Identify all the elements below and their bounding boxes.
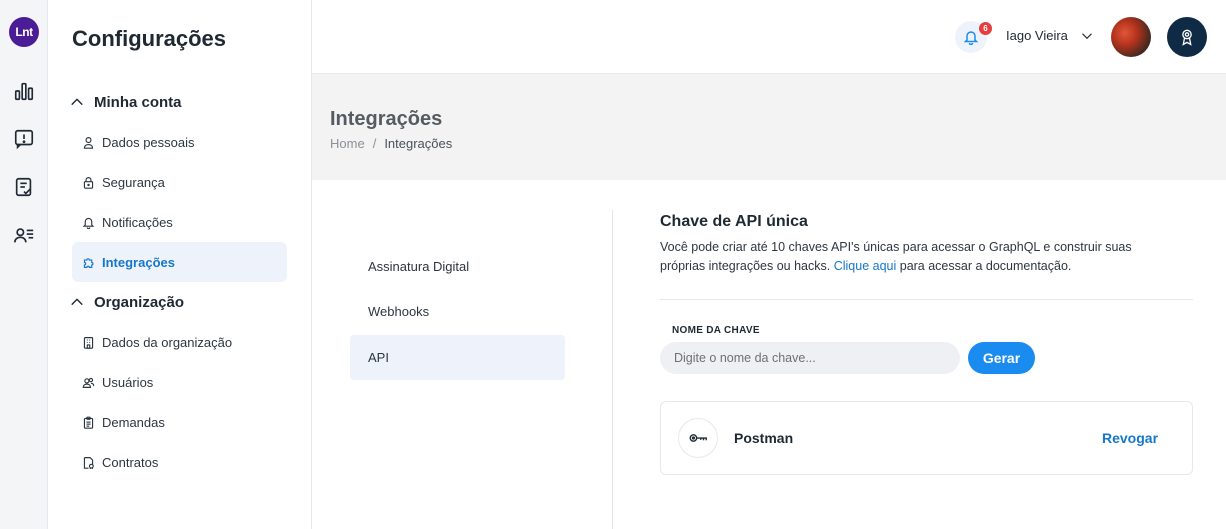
contacts-list-icon[interactable] <box>12 223 36 247</box>
settings-title: Configurações <box>72 26 227 51</box>
api-key-name: Postman <box>734 430 794 446</box>
page-title: Integrações <box>330 108 443 130</box>
settings-item-label: Usuários <box>102 374 154 390</box>
award-icon <box>1182 29 1192 46</box>
group-organizacao[interactable]: Organização <box>70 291 184 313</box>
bar-chart-icon[interactable] <box>12 79 36 103</box>
settings-item-notificacoes[interactable]: Notificações <box>72 202 287 242</box>
vertical-divider <box>612 210 613 529</box>
subnav-assinatura-digital[interactable]: Assinatura Digital <box>350 244 565 289</box>
chevron-down-icon[interactable] <box>1081 30 1093 42</box>
breadcrumb-home[interactable]: Home <box>330 136 365 151</box>
settings-item-usuarios[interactable]: Usuários <box>72 362 287 402</box>
top-bar: 6 Iago Vieira <box>312 0 1226 74</box>
settings-item-label: Contratos <box>102 454 159 470</box>
subnav-api[interactable]: API <box>350 335 565 380</box>
achievements-button[interactable] <box>1167 17 1207 57</box>
user-name[interactable]: Iago Vieira <box>1006 28 1068 43</box>
main-content: Assinatura Digital Webhooks API Chave de… <box>312 180 1226 529</box>
puzzle-icon <box>83 257 94 268</box>
group-label: Organização <box>94 293 185 311</box>
subnav-label: Assinatura Digital <box>368 259 470 274</box>
app-logo[interactable]: Lnt <box>9 17 39 47</box>
revoke-button[interactable]: Revogar <box>1102 430 1158 446</box>
clipboard-icon <box>83 416 94 429</box>
checklist-icon[interactable] <box>12 175 36 199</box>
settings-item-label: Dados da organização <box>102 334 233 350</box>
building-icon <box>83 336 94 349</box>
subnav-label: Webhooks <box>368 304 430 319</box>
horizontal-divider <box>660 299 1193 300</box>
settings-item-label: Notificações <box>102 214 173 230</box>
settings-item-dados-organizacao[interactable]: Dados da organização <box>72 322 287 362</box>
api-description: Você pode criar até 10 chaves API's únic… <box>660 238 1180 276</box>
page-header: Integrações Home / Integrações <box>312 74 1226 180</box>
settings-item-label: Demandas <box>102 414 165 430</box>
breadcrumb-separator: / <box>372 136 377 151</box>
settings-item-label: Integrações <box>102 254 175 270</box>
api-key-card: Postman Revogar <box>660 401 1193 475</box>
api-description-text-end: para acessar a documentação. <box>896 259 1072 273</box>
group-label: Minha conta <box>94 93 182 111</box>
bell-icon <box>82 217 95 229</box>
settings-item-label: Segurança <box>102 174 165 190</box>
breadcrumb-current: Integrações <box>384 136 453 151</box>
settings-item-contratos[interactable]: Contratos <box>72 442 287 482</box>
key-name-input[interactable] <box>660 342 960 374</box>
documentation-link[interactable]: Clique aqui <box>834 259 897 273</box>
bell-icon <box>963 31 979 45</box>
chevron-up-icon <box>71 298 83 306</box>
icon-rail: Lnt <box>0 0 48 529</box>
app-root: Lnt Configurações Minha conta Dados pess… <box>0 0 1226 529</box>
key-icon-wrapper <box>678 418 718 458</box>
chevron-up-icon <box>71 98 83 106</box>
subnav-label: API <box>368 350 389 365</box>
notification-badge: 6 <box>979 22 992 35</box>
avatar[interactable] <box>1111 17 1151 57</box>
settings-sidebar: Configurações Minha conta Dados pessoais… <box>48 0 312 529</box>
users-icon <box>82 377 95 388</box>
lock-icon <box>83 176 94 189</box>
generate-button[interactable]: Gerar <box>968 342 1035 374</box>
contract-icon <box>83 456 94 469</box>
settings-item-seguranca[interactable]: Segurança <box>72 162 287 202</box>
subnav-webhooks[interactable]: Webhooks <box>350 289 565 334</box>
user-icon <box>83 136 94 149</box>
api-section-title: Chave de API única <box>660 213 808 230</box>
key-name-label: NOME DA CHAVE <box>672 325 760 336</box>
settings-item-label: Dados pessoais <box>102 134 195 150</box>
group-minha-conta[interactable]: Minha conta <box>70 91 182 113</box>
settings-item-dados-pessoais[interactable]: Dados pessoais <box>72 122 287 162</box>
settings-item-integracoes[interactable]: Integrações <box>72 242 287 282</box>
breadcrumb: Home / Integrações <box>330 136 452 151</box>
key-icon <box>689 434 707 442</box>
settings-item-demandas[interactable]: Demandas <box>72 402 287 442</box>
alert-message-icon[interactable] <box>12 127 36 151</box>
